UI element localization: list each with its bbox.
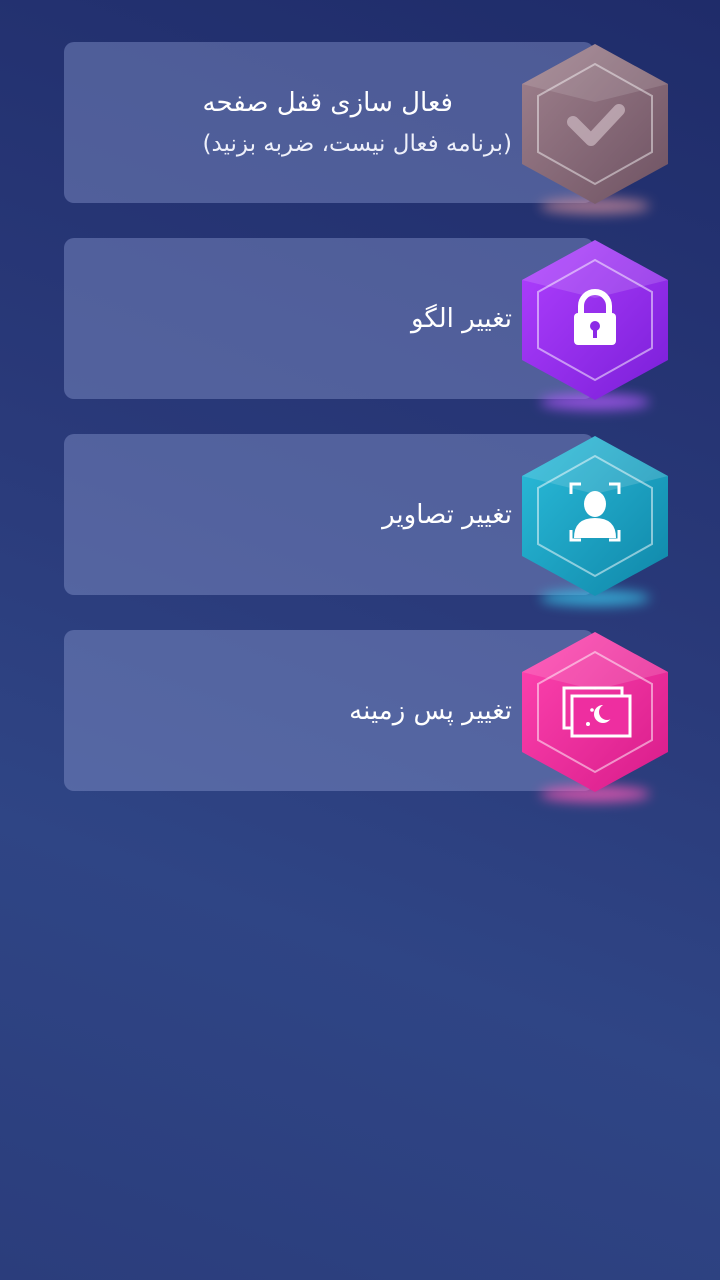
menu-item-text: تغییر الگو xyxy=(411,238,512,399)
checkmark-icon[interactable] xyxy=(518,42,672,206)
menu-item-change-images[interactable]: تغییر تصاویر xyxy=(64,434,594,595)
menu-item-text: تغییر پس زمینه xyxy=(349,630,512,791)
menu-item-title: تغییر تصاویر xyxy=(382,499,512,530)
menu-item-activate-lock[interactable]: فعال سازی قفل صفحه (برنامه فعال نیست، ضر… xyxy=(64,42,594,203)
menu-item-text: تغییر تصاویر xyxy=(382,434,512,595)
menu-item-change-wallpaper[interactable]: تغییر پس زمینه xyxy=(64,630,594,791)
menu-item-change-pattern[interactable]: تغییر الگو xyxy=(64,238,594,399)
menu-item-subtitle: (برنامه فعال نیست، ضربه بزنید) xyxy=(202,130,512,157)
face-scan-icon[interactable] xyxy=(518,434,672,598)
wallpaper-icon[interactable] xyxy=(518,630,672,794)
menu-item-title: فعال سازی قفل صفحه xyxy=(202,87,453,118)
menu-item-text: فعال سازی قفل صفحه (برنامه فعال نیست، ضر… xyxy=(203,42,512,203)
padlock-icon[interactable] xyxy=(518,238,672,402)
menu-item-title: تغییر پس زمینه xyxy=(349,695,512,726)
menu-item-title: تغییر الگو xyxy=(410,303,512,334)
